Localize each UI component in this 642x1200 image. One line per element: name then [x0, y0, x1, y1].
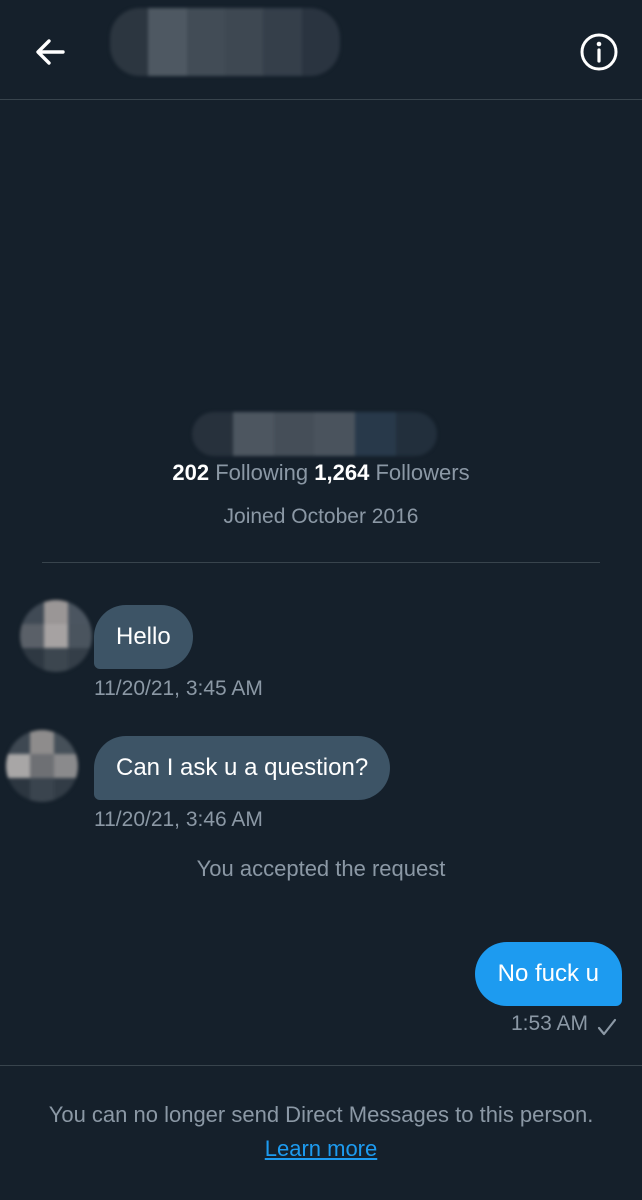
message-timestamp: 11/20/21, 3:46 AM — [94, 808, 263, 831]
following-count[interactable]: 202 — [172, 460, 209, 485]
blurred-header-name — [110, 8, 340, 76]
outgoing-message-timestamp: 1:53 AM — [510, 1012, 588, 1035]
avatar[interactable] — [6, 730, 78, 802]
joined-date: Joined October 2016 — [223, 505, 419, 528]
followers-count[interactable]: 1,264 — [314, 460, 369, 485]
profile-stats: 202 Following 1,264 Followers — [0, 460, 642, 486]
dm-disabled-footer: You can no longer send Direct Messages t… — [40, 1098, 602, 1166]
conversation-header — [0, 0, 642, 100]
blurred-profile-name — [192, 412, 437, 456]
divider — [42, 562, 600, 563]
outgoing-message-bubble[interactable]: No fuck u — [474, 942, 622, 1006]
footer-divider — [0, 1065, 642, 1066]
arrow-left-icon[interactable] — [30, 32, 70, 72]
message-timestamp: 11/20/21, 3:45 AM — [94, 677, 263, 700]
message-bubble[interactable]: Can I ask u a question? — [94, 736, 391, 800]
message-bubble[interactable]: Hello — [94, 605, 193, 669]
following-label[interactable]: Following — [215, 460, 308, 485]
info-icon[interactable] — [579, 32, 619, 72]
learn-more-link[interactable]: Learn more — [265, 1136, 378, 1161]
avatar[interactable] — [20, 600, 92, 672]
dm-disabled-text: You can no longer send Direct Messages t… — [48, 1102, 594, 1127]
followers-label[interactable]: Followers — [375, 460, 469, 485]
request-accepted-notice: You accepted the request — [196, 856, 446, 881]
check-icon — [597, 1018, 617, 1036]
